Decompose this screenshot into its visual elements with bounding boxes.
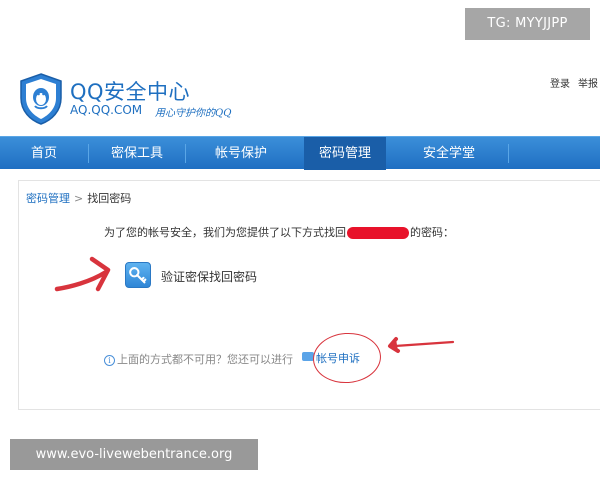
breadcrumb-separator: >: [74, 192, 84, 205]
breadcrumb: 密码管理 > 找回密码: [26, 190, 131, 206]
brand-url[interactable]: AQ.QQ.COM: [70, 103, 142, 117]
redacted-account-scribble: [347, 227, 409, 239]
main-nav: 首页 密保工具 帐号保护 密码管理 安全学堂: [0, 136, 600, 170]
fallback-text: i 上面的方式都不可用？您还可以进行: [104, 351, 293, 367]
nav-item-security-school[interactable]: 安全学堂: [390, 137, 508, 170]
report-link[interactable]: 举报: [578, 75, 598, 90]
intro-text-start: 为了您的帐号安全，我们为您提供了以下方式找回: [104, 226, 346, 239]
nav-separator: [508, 144, 509, 163]
brand-slogan: 用心守护你的QQ: [155, 108, 232, 119]
shield-logo-icon[interactable]: [18, 72, 64, 126]
login-link[interactable]: 登录: [550, 75, 570, 90]
breadcrumb-parent-link[interactable]: 密码管理: [26, 192, 70, 205]
key-icon[interactable]: [125, 262, 151, 288]
watermark-bottom: www.evo-livewebentrance.org: [10, 439, 258, 470]
nav-item-password-management[interactable]: 密码管理: [304, 137, 386, 170]
intro-text: 为了您的帐号安全，我们为您提供了以下方式找回 的密码：: [104, 224, 454, 240]
watermark-top: TG: MYYJJPP: [465, 8, 590, 40]
intro-text-end: 的密码：: [410, 226, 454, 239]
fallback-label: 上面的方式都不可用？您还可以进行: [117, 353, 293, 366]
brand-title[interactable]: QQ安全中心: [70, 76, 190, 106]
breadcrumb-current: 找回密码: [87, 192, 132, 205]
site-header: QQ安全中心 AQ.QQ.COM 用心守护你的QQ 登录 举报: [0, 58, 600, 136]
page: QQ安全中心 AQ.QQ.COM 用心守护你的QQ 登录 举报 首页 密保工具 …: [0, 0, 600, 480]
info-icon: i: [104, 354, 115, 366]
nav-item-security-tools[interactable]: 密保工具: [89, 137, 185, 170]
verify-security-option[interactable]: 验证密保找回密码: [161, 268, 257, 285]
content-panel: 密码管理 > 找回密码 为了您的帐号安全，我们为您提供了以下方式找回 的密码： 验证密…: [18, 180, 600, 410]
nav-item-account-protection[interactable]: 帐号保护: [186, 137, 296, 170]
nav-item-home[interactable]: 首页: [0, 137, 88, 170]
